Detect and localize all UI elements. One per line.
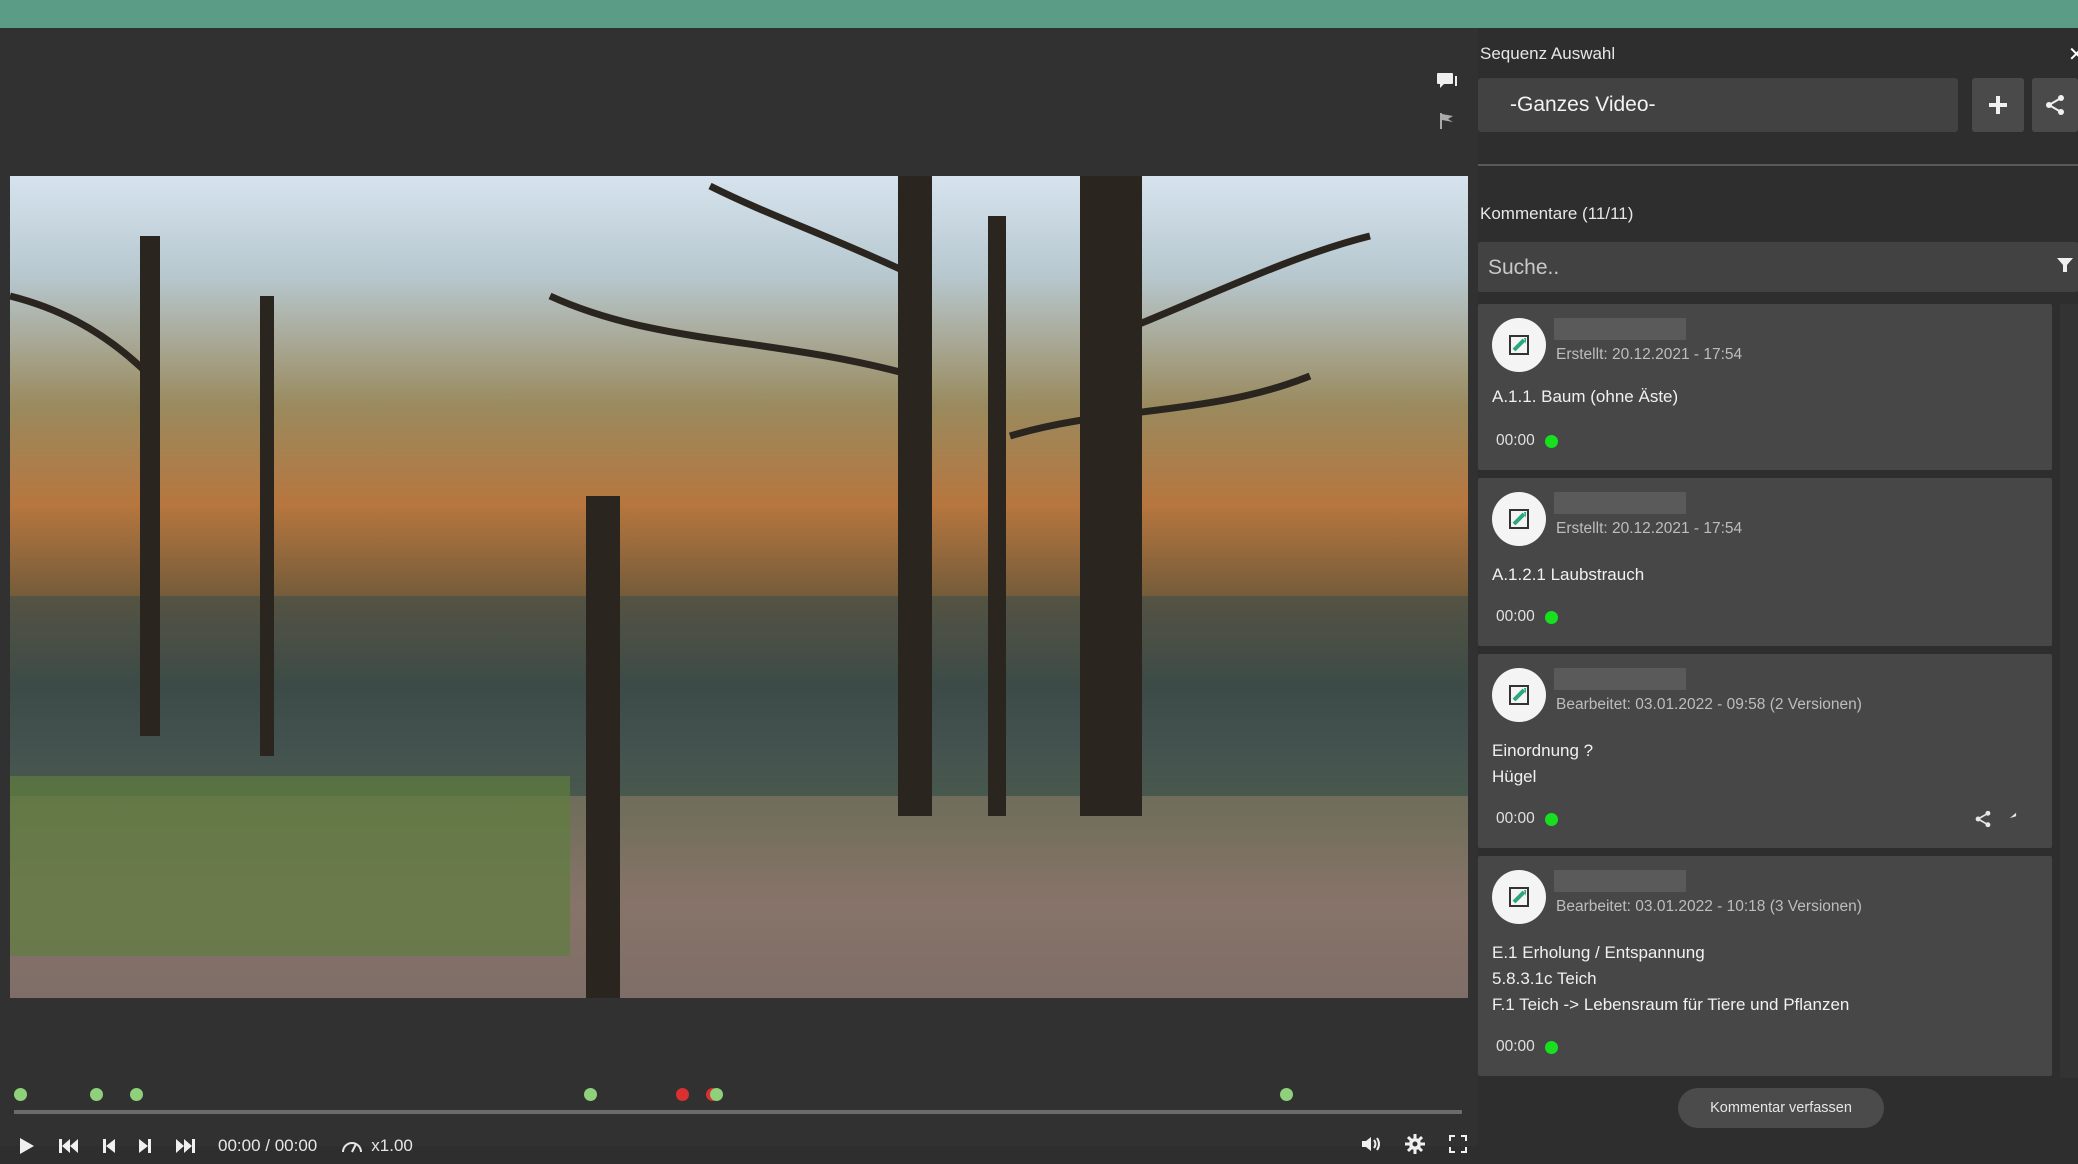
player-side-icons — [1434, 68, 1464, 148]
timestamp-value: 00:00 — [1496, 608, 1535, 625]
speed-value: x1.00 — [371, 1136, 413, 1155]
comment-meta: Bearbeitet: 03.01.2022 - 09:58 (2 Versio… — [1556, 696, 1862, 713]
avatar — [1492, 318, 1546, 372]
comments-title: Kommentare (11/11) — [1480, 204, 1634, 223]
comment-icon[interactable] — [1434, 68, 1460, 94]
skip-start-icon[interactable] — [58, 1137, 80, 1155]
player-right-controls — [1360, 1133, 1468, 1160]
settings-gear-icon[interactable] — [1404, 1133, 1426, 1160]
timeline-marker[interactable] — [14, 1088, 27, 1101]
volume-icon[interactable] — [1360, 1135, 1382, 1158]
sequence-value: -Ganzes Video- — [1510, 93, 1656, 116]
comment-card[interactable]: Erstellt: 20.12.2021 - 17:54 A.1.1. Baum… — [1478, 304, 2052, 470]
share-icon — [2046, 95, 2064, 115]
comment-text: A.1.1. Baum (ohne Äste) — [1492, 387, 1679, 406]
timeline-marker[interactable] — [1280, 1088, 1293, 1101]
search-input[interactable] — [1478, 242, 2030, 294]
comment-text-line: F.1 Teich -> Lebensraum für Tiere und Pf… — [1492, 995, 1850, 1014]
add-sequence-button[interactable] — [1972, 78, 2024, 132]
skip-end-icon[interactable] — [174, 1137, 196, 1155]
timeline-marker[interactable] — [676, 1088, 689, 1101]
comments-panel: Sequenz Auswahl ✕ -Ganzes Video- Komment… — [1478, 28, 2078, 1146]
comment-text: A.1.2.1 Laubstrauch — [1492, 565, 1645, 584]
status-dot — [1544, 1040, 1558, 1054]
status-dot — [1544, 434, 1558, 448]
comment-meta: Erstellt: 20.12.2021 - 17:54 — [1556, 346, 1743, 363]
step-back-icon[interactable] — [102, 1137, 116, 1155]
progress-track[interactable] — [14, 1110, 1462, 1114]
comment-meta: Erstellt: 20.12.2021 - 17:54 — [1556, 520, 1743, 537]
sequence-select[interactable]: -Ganzes Video- — [1478, 78, 1958, 132]
sequence-title: Sequenz Auswahl — [1480, 44, 1616, 63]
comment-timestamp[interactable]: 00:00 — [1496, 432, 1558, 450]
flag-icon[interactable] — [1434, 108, 1460, 134]
share-icon[interactable] — [1974, 810, 1992, 833]
timeline-marker[interactable] — [90, 1088, 103, 1101]
compose-comment-button[interactable]: Kommentar verfassen — [1678, 1088, 1884, 1128]
fullscreen-icon[interactable] — [1448, 1134, 1468, 1159]
plus-icon — [1989, 96, 2007, 114]
avatar — [1492, 492, 1546, 546]
video-player: 00:00 / 00:00 x1.00 — [0, 28, 1478, 1155]
timeline-marker[interactable] — [584, 1088, 597, 1101]
avatar-logo-icon — [1509, 335, 1529, 355]
timeline[interactable] — [14, 1086, 1462, 1114]
comment-meta: Bearbeitet: 03.01.2022 - 10:18 (3 Versio… — [1556, 898, 1862, 915]
comment-text-line: Einordnung ? — [1492, 741, 1594, 760]
close-icon[interactable]: ✕ — [2068, 42, 2078, 67]
comment-timestamp[interactable]: 00:00 — [1496, 810, 1558, 828]
avatar-logo-icon — [1509, 685, 1529, 705]
play-icon[interactable] — [18, 1136, 36, 1156]
timestamp-value: 00:00 — [1496, 810, 1535, 827]
comment-text-line: 5.8.3.1c Teich — [1492, 969, 1597, 988]
avatar — [1492, 668, 1546, 722]
top-accent-bar — [0, 0, 2078, 28]
step-forward-icon[interactable] — [138, 1137, 152, 1155]
timeline-marker[interactable] — [130, 1088, 143, 1101]
timeline-marker[interactable] — [710, 1088, 723, 1101]
comment-timestamp[interactable]: 00:00 — [1496, 608, 1558, 626]
status-dot — [1544, 812, 1558, 826]
scrollbar[interactable] — [2060, 304, 2078, 1078]
avatar-logo-icon — [1509, 509, 1529, 529]
comment-card[interactable]: Bearbeitet: 03.01.2022 - 10:18 (3 Versio… — [1478, 856, 2052, 1076]
filter-icon[interactable] — [2056, 256, 2074, 279]
time-display: 00:00 / 00:00 — [218, 1136, 318, 1155]
speedometer-icon — [342, 1142, 363, 1153]
author-name-redacted — [1554, 668, 1686, 690]
timestamp-value: 00:00 — [1496, 432, 1535, 449]
player-controls: 00:00 / 00:00 x1.00 — [18, 1128, 1468, 1164]
search-box — [1478, 242, 2078, 294]
reply-icon[interactable] — [2008, 810, 2026, 833]
comment-card[interactable]: Erstellt: 20.12.2021 - 17:54 A.1.2.1 Lau… — [1478, 478, 2052, 646]
comment-timestamp[interactable]: 00:00 — [1496, 1038, 1558, 1056]
author-name-redacted — [1554, 492, 1686, 514]
comment-text-line: Hügel — [1492, 767, 1537, 786]
divider — [1478, 164, 2078, 166]
comment-card[interactable]: Bearbeitet: 03.01.2022 - 09:58 (2 Versio… — [1478, 654, 2052, 848]
avatar-logo-icon — [1509, 887, 1529, 907]
status-dot — [1544, 610, 1558, 624]
author-name-redacted — [1554, 318, 1686, 340]
author-name-redacted — [1554, 870, 1686, 892]
avatar — [1492, 870, 1546, 924]
comment-actions — [1974, 810, 2026, 833]
speed-control[interactable]: x1.00 — [341, 1136, 413, 1156]
share-sequence-button[interactable] — [2032, 78, 2078, 132]
video-frame[interactable] — [10, 176, 1468, 998]
comment-list: Erstellt: 20.12.2021 - 17:54 A.1.1. Baum… — [1478, 304, 2052, 1078]
comment-text-line: E.1 Erholung / Entspannung — [1492, 943, 1705, 962]
timestamp-value: 00:00 — [1496, 1038, 1535, 1055]
